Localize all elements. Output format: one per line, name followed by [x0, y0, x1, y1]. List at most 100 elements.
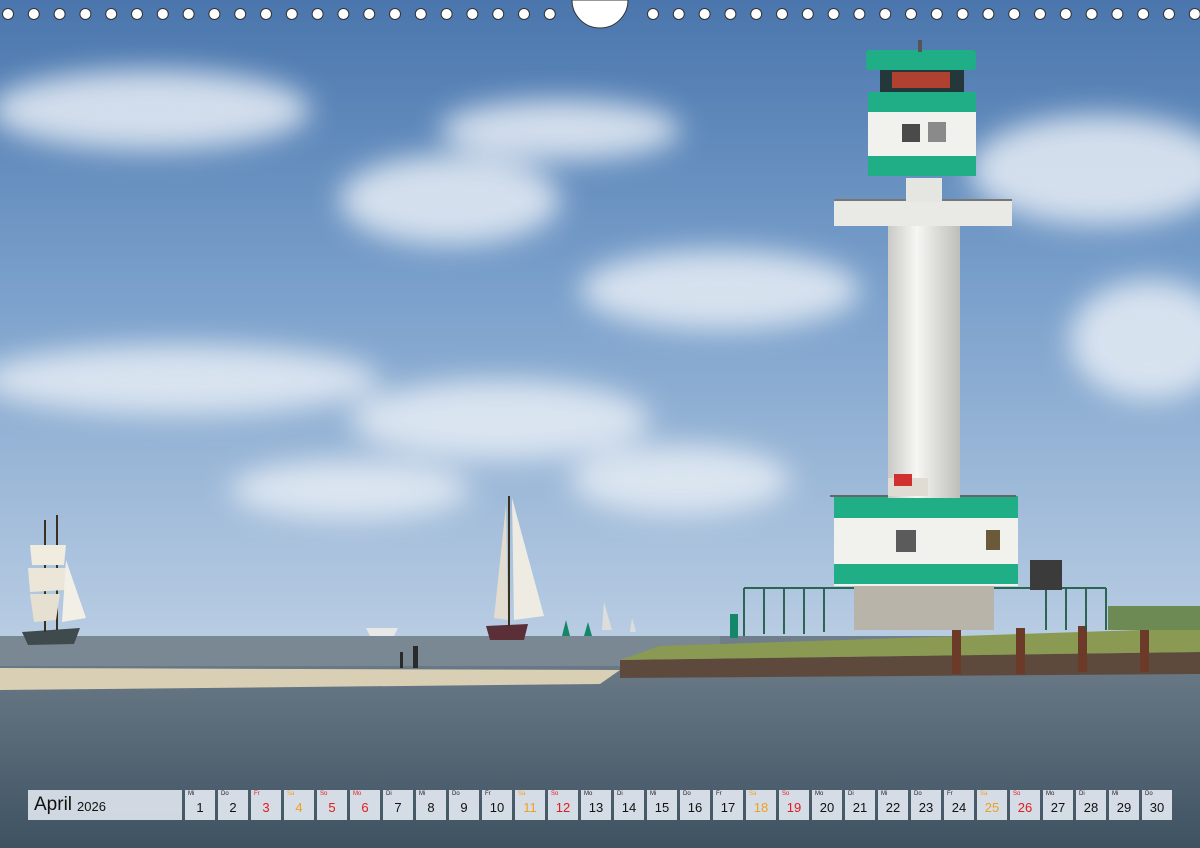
- calendar-day: Mo 6: [350, 790, 380, 820]
- weekday-label: Fr: [716, 791, 722, 797]
- calendar-day: Sa 11: [515, 790, 545, 820]
- weekday-label: Mo: [815, 791, 824, 797]
- binding-hole: [337, 8, 350, 20]
- weekday-label: Sa: [749, 791, 757, 797]
- weekday-label: Di: [386, 791, 392, 797]
- calendar-day: So 5: [317, 790, 347, 820]
- weekday-label: Do: [221, 791, 229, 797]
- binding-hole: [260, 8, 272, 20]
- calendar-day: Do 23: [911, 790, 941, 820]
- binding-hole: [518, 8, 530, 20]
- binding-hole: [156, 8, 169, 20]
- binding-hole: [672, 8, 685, 20]
- binding-hole: [311, 8, 324, 20]
- binding-hole: [1163, 8, 1175, 20]
- binding-hole: [956, 8, 969, 20]
- binding-hole: [982, 8, 995, 20]
- day-number: 5: [328, 800, 336, 815]
- day-number: 23: [918, 800, 934, 815]
- calendar-day: Mi 22: [878, 790, 908, 820]
- weekday-label: Fr: [254, 791, 260, 797]
- day-number: 26: [1017, 800, 1033, 815]
- binding-hole: [1085, 8, 1098, 20]
- binding-hole: [724, 8, 737, 20]
- calendar-day: Mi 15: [647, 790, 677, 820]
- calendar-day: Sa 4: [284, 790, 314, 820]
- day-number: 17: [720, 800, 736, 815]
- weekday-label: Mi: [650, 791, 657, 797]
- binding-hole: [182, 8, 195, 20]
- binding-hole: [698, 8, 711, 20]
- binding-hole: [285, 8, 298, 20]
- day-number: 1: [196, 800, 204, 815]
- calendar-day: Fr 3: [251, 790, 281, 820]
- binding-hole: [801, 8, 814, 20]
- calendar-day: Fr 24: [944, 790, 974, 820]
- day-number: 4: [295, 800, 303, 815]
- weekday-label: Do: [683, 791, 691, 797]
- binding-hole: [440, 8, 453, 20]
- day-number: 7: [394, 800, 402, 815]
- day-number: 30: [1149, 800, 1165, 815]
- lighthouse-photo: [0, 0, 1200, 848]
- day-number: 11: [523, 800, 537, 815]
- year: 2026: [77, 799, 106, 814]
- weekday-label: So: [1013, 791, 1021, 797]
- weekday-label: Do: [452, 791, 460, 797]
- day-number: 3: [262, 800, 270, 815]
- binding-hole: [776, 8, 788, 20]
- weekday-label: Mo: [353, 791, 362, 797]
- motorboat: [366, 628, 398, 636]
- binding-rings: [2, 0, 1200, 29]
- calendar-day: Mo 27: [1043, 790, 1073, 820]
- weekday-label: So: [320, 791, 328, 797]
- binding-hole: [1137, 8, 1150, 20]
- binding-hole: [492, 8, 505, 20]
- binding-hole: [389, 8, 401, 20]
- calendar-day: Fr 10: [482, 790, 512, 820]
- binding-hole: [543, 8, 556, 20]
- calendar-day: Di 14: [614, 790, 644, 820]
- day-number: 20: [819, 800, 835, 815]
- day-number: 29: [1116, 800, 1132, 815]
- calendar-day: So 26: [1010, 790, 1040, 820]
- day-number: 6: [361, 800, 369, 815]
- weekday-label: Di: [617, 791, 623, 797]
- binding-hole: [1034, 8, 1046, 20]
- binding-hole: [234, 8, 247, 20]
- binding-hole: [363, 8, 376, 20]
- weekday-label: Sa: [287, 791, 295, 797]
- weekday-label: Mi: [881, 791, 888, 797]
- binding-hole: [750, 8, 763, 20]
- weekday-label: Fr: [485, 791, 491, 797]
- calendar-day: Do 9: [449, 790, 479, 820]
- calendar-day: Sa 18: [746, 790, 776, 820]
- day-number: 25: [984, 800, 1000, 815]
- weekday-label: So: [551, 791, 559, 797]
- binding-hole: [27, 8, 40, 20]
- calendar-day: Di 28: [1076, 790, 1106, 820]
- binding-hole: [853, 8, 866, 20]
- day-number: 28: [1083, 800, 1099, 815]
- day-number: 19: [786, 800, 802, 815]
- weekday-label: Mi: [1112, 791, 1119, 797]
- calendar-day: Mi 1: [185, 790, 215, 820]
- calendar-day: Di 21: [845, 790, 875, 820]
- day-number: 12: [555, 800, 571, 815]
- day-number: 27: [1050, 800, 1066, 815]
- calendar-day: Do 2: [218, 790, 248, 820]
- weekday-label: Di: [848, 791, 854, 797]
- binding-hole: [930, 8, 943, 20]
- month-label: April 2026: [28, 790, 182, 820]
- weekday-label: Di: [1079, 791, 1085, 797]
- binding-hole: [1188, 8, 1200, 20]
- day-number: 10: [489, 800, 505, 815]
- weekday-label: Do: [1145, 791, 1153, 797]
- day-number: 15: [654, 800, 670, 815]
- weekday-label: Mi: [188, 791, 195, 797]
- day-number: 18: [753, 800, 769, 815]
- weekday-label: So: [782, 791, 790, 797]
- binding-hole: [131, 8, 143, 20]
- calendar-day: Mo 13: [581, 790, 611, 820]
- binding-hole: [827, 8, 840, 20]
